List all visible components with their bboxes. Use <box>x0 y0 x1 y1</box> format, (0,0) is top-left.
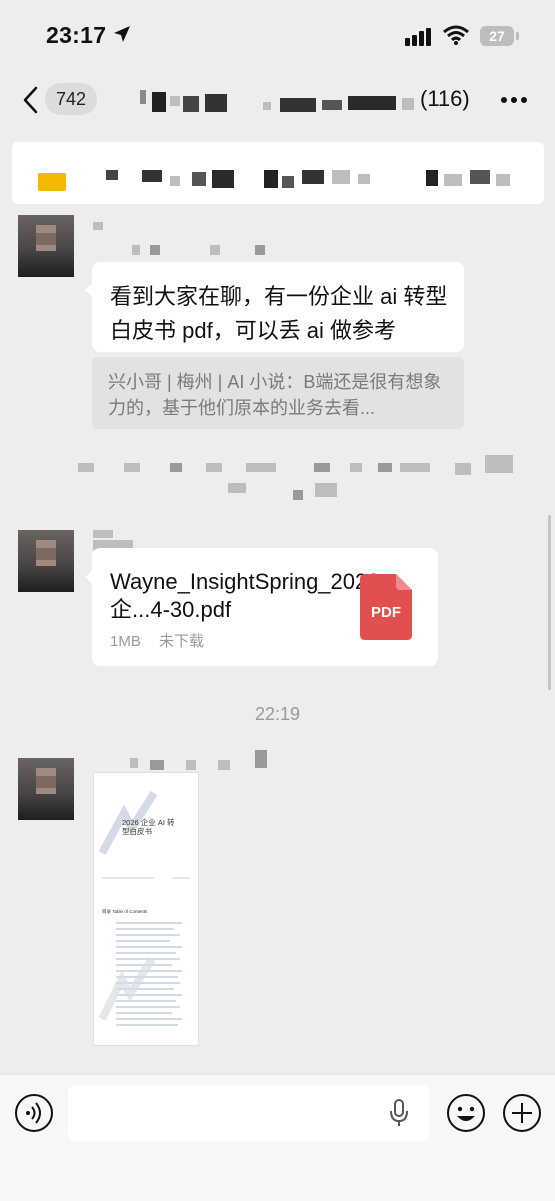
document-cover-page: 2026 企业 AI 转型白皮书 <box>94 773 198 893</box>
voice-input-icon[interactable] <box>14 1093 54 1133</box>
text-message-bubble[interactable]: 看到大家在聊，有一份企业 ai 转型白皮书 pdf，可以丢 ai 做参考 <box>92 262 464 352</box>
status-bar: 23:17 27 <box>0 0 555 70</box>
scrollbar[interactable] <box>548 515 551 690</box>
chat-header: 742 (116) <box>0 70 555 130</box>
location-arrow-icon <box>114 26 130 42</box>
cellular-signal-icon <box>405 28 431 46</box>
announcement-icon <box>38 173 66 191</box>
file-message-bubble[interactable]: Wayne_InsightSpring_2026企...4-30.pdf 1MB… <box>92 548 438 666</box>
file-size: 1MB <box>110 633 141 650</box>
file-download-status: 未下载 <box>159 633 205 650</box>
sender-avatar[interactable] <box>18 215 74 277</box>
document-preview-image[interactable]: 2026 企业 AI 转型白皮书 目录 Table of Contents <box>93 772 199 1046</box>
pdf-file-icon: PDF <box>360 574 412 640</box>
file-name: Wayne_InsightSpring_2026企...4-30.pdf <box>110 569 380 622</box>
document-cover-title: 2026 企业 AI 转型白皮书 <box>122 818 175 836</box>
document-toc-page: 目录 Table of Contents <box>94 899 198 1045</box>
message-input-field[interactable] <box>68 1085 430 1141</box>
quoted-message-text: 兴小哥 | 梅州 | AI 小说：B端还是很有想象力的，基于他们原本的业务去看.… <box>108 372 442 418</box>
add-attachment-icon[interactable] <box>502 1093 542 1133</box>
status-time: 23:17 <box>46 22 107 48</box>
message-text: 看到大家在聊，有一份企业 ai 转型白皮书 pdf，可以丢 ai 做参考 <box>110 284 448 343</box>
sender-avatar[interactable] <box>18 530 74 592</box>
chat-member-count: (116) <box>420 86 470 111</box>
quoted-message[interactable]: 兴小哥 | 梅州 | AI 小说：B端还是很有想象力的，基于他们原本的业务去看.… <box>92 357 464 429</box>
message-input-bar <box>0 1074 555 1201</box>
unread-count-badge[interactable]: 742 <box>45 83 97 115</box>
file-meta: 1MB 未下载 <box>110 630 218 651</box>
message-timestamp: 22:19 <box>254 704 301 724</box>
battery-indicator: 27 <box>480 26 514 46</box>
microphone-icon[interactable] <box>388 1099 410 1127</box>
back-chevron-icon[interactable] <box>20 84 40 116</box>
more-options-icon[interactable] <box>500 96 528 104</box>
pinned-announcement-bar[interactable] <box>12 142 544 204</box>
sender-avatar[interactable] <box>18 758 74 820</box>
battery-tip <box>516 32 519 40</box>
emoji-icon[interactable] <box>446 1093 486 1133</box>
wifi-icon <box>443 25 469 45</box>
pdf-badge-label: PDF <box>371 604 401 621</box>
